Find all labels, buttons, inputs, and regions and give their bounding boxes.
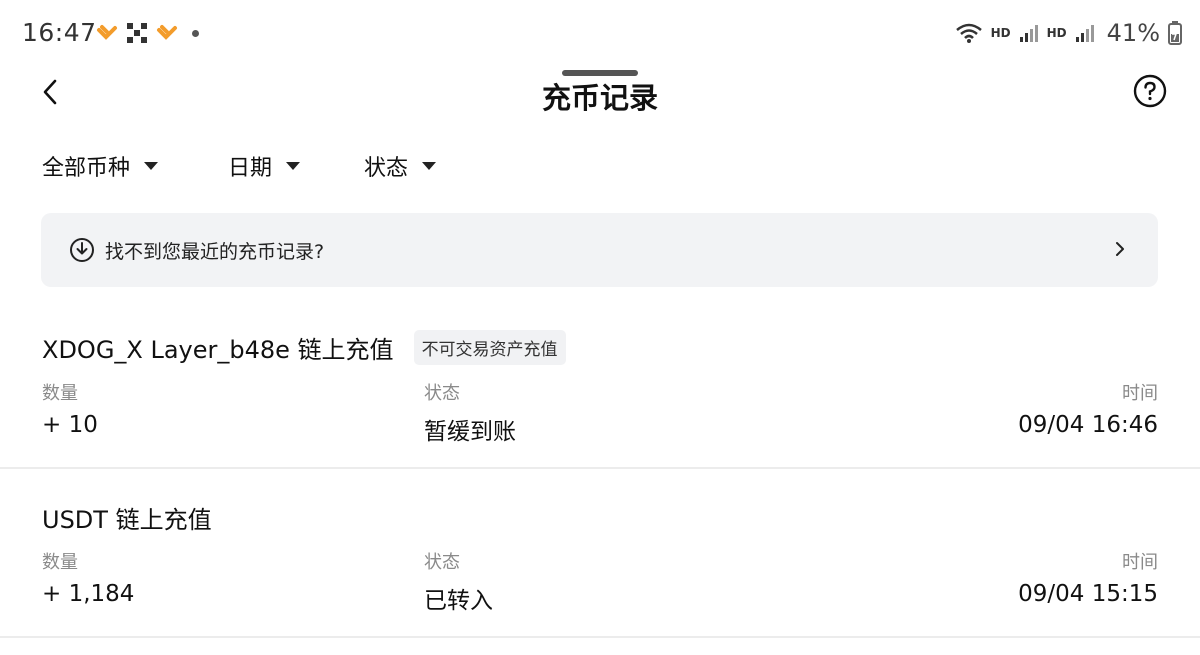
filter-label: 全部币种 (42, 156, 131, 181)
record-title-row: XDOG_X Layer_b48e 链上充值 不可交易资产充值 (42, 330, 566, 365)
app-notification-icon-2 (157, 25, 177, 40)
time-label: 时间 (1122, 383, 1158, 404)
filter-bar: 全部币种 日期 状态 (42, 148, 437, 184)
time-label: 时间 (1122, 552, 1158, 573)
caret-down-icon (422, 162, 437, 170)
status-indicators: HD HD 41% (955, 19, 1182, 47)
status-label: 状态 (424, 383, 460, 404)
more-notifications-dot (192, 29, 199, 37)
divider (0, 636, 1200, 638)
filter-date-dropdown[interactable]: 日期 (228, 150, 364, 182)
time-value: 09/04 15:15 (1018, 581, 1158, 607)
okx-app-icon (127, 23, 147, 43)
quantity-value: + 10 (42, 412, 98, 438)
status-label: 状态 (424, 552, 460, 573)
filter-label: 状态 (364, 156, 409, 181)
signal-icon-2 (1075, 25, 1094, 42)
record-title-row: USDT 链上充值 (42, 500, 212, 535)
notification-icons (96, 22, 199, 44)
signal-icon (1019, 25, 1038, 42)
record-title: USDT 链上充值 (42, 506, 212, 534)
status-time: 16:47 (22, 18, 97, 47)
page-header: 充币记录 (0, 66, 1200, 122)
caret-down-icon (144, 162, 159, 170)
filter-label: 日期 (228, 156, 273, 181)
status-value: 已转入 (424, 588, 493, 614)
page-title: 充币记录 (541, 81, 658, 115)
hd-indicator-2: HD (1046, 26, 1067, 40)
download-circle-icon (70, 238, 94, 262)
battery-icon (1168, 21, 1182, 45)
hd-indicator: HD (990, 26, 1011, 40)
chevron-right-icon (1116, 242, 1124, 256)
battery-level: 41% (1106, 19, 1160, 47)
time-value: 09/04 16:46 (1018, 412, 1158, 438)
status-bar: 16:47 HD HD 41% (0, 0, 1200, 66)
deposit-record[interactable]: USDT 链上充值 数量 状态 时间 + 1,184 已转入 09/04 15:… (0, 490, 1200, 636)
caret-down-icon (286, 162, 301, 170)
missing-deposit-banner[interactable]: 找不到您最近的充币记录? (41, 213, 1158, 287)
quantity-label: 数量 (42, 383, 78, 404)
filter-status-dropdown[interactable]: 状态 (364, 150, 437, 182)
record-title: XDOG_X Layer_b48e 链上充值 (42, 336, 394, 364)
banner-text: 找不到您最近的充币记录? (105, 240, 325, 263)
help-icon[interactable] (1133, 74, 1167, 108)
status-value: 暂缓到账 (424, 419, 516, 445)
app-notification-icon (97, 25, 117, 40)
quantity-label: 数量 (42, 552, 78, 573)
wifi-icon (955, 23, 982, 43)
divider (0, 467, 1200, 469)
deposit-record[interactable]: XDOG_X Layer_b48e 链上充值 不可交易资产充值 数量 状态 时间… (0, 320, 1200, 470)
filter-currency-dropdown[interactable]: 全部币种 (42, 150, 228, 182)
quantity-value: + 1,184 (42, 581, 135, 607)
record-badge: 不可交易资产充值 (413, 330, 566, 365)
